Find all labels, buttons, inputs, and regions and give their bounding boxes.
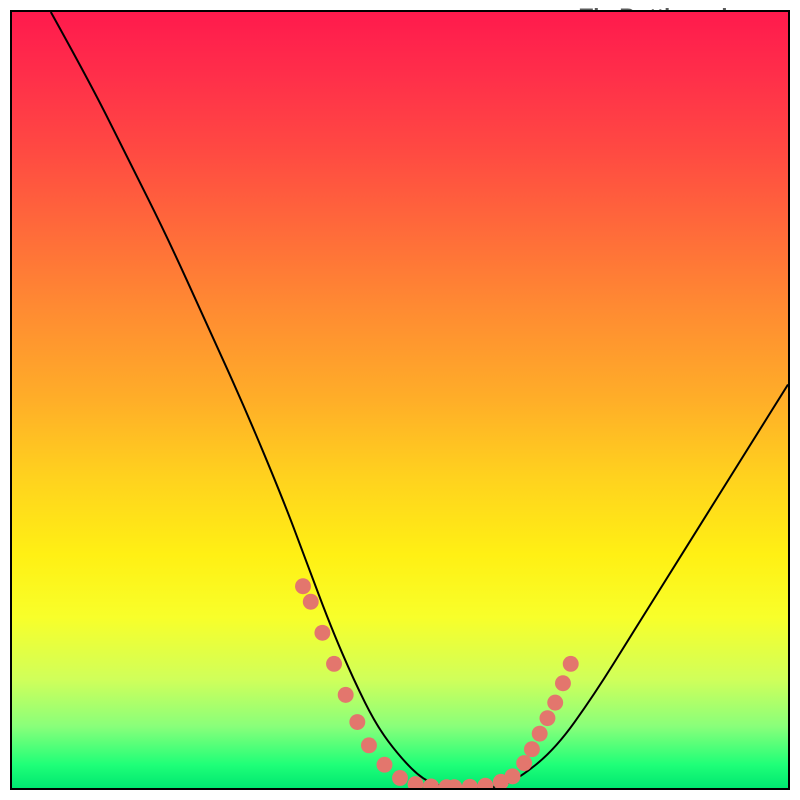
marker-dot xyxy=(314,625,330,641)
marker-dot xyxy=(338,687,354,703)
marker-dot xyxy=(532,726,548,742)
chart-container: TheBottleneck.com xyxy=(0,0,800,800)
marker-dot xyxy=(547,695,563,711)
marker-dot xyxy=(361,737,377,753)
chart-svg xyxy=(12,12,788,788)
markers-group xyxy=(295,578,579,788)
marker-dot xyxy=(326,656,342,672)
marker-dot xyxy=(539,710,555,726)
marker-dot xyxy=(349,714,365,730)
marker-dot xyxy=(392,770,408,786)
marker-dot xyxy=(295,578,311,594)
bottleneck-curve xyxy=(51,12,788,788)
marker-dot xyxy=(516,755,532,771)
marker-dot xyxy=(505,768,521,784)
marker-dot xyxy=(555,675,571,691)
marker-dot xyxy=(462,779,478,788)
plot-area xyxy=(10,10,790,790)
marker-dot xyxy=(524,741,540,757)
marker-dot xyxy=(377,757,393,773)
marker-dot xyxy=(303,594,319,610)
marker-dot xyxy=(563,656,579,672)
marker-dot xyxy=(477,778,493,788)
